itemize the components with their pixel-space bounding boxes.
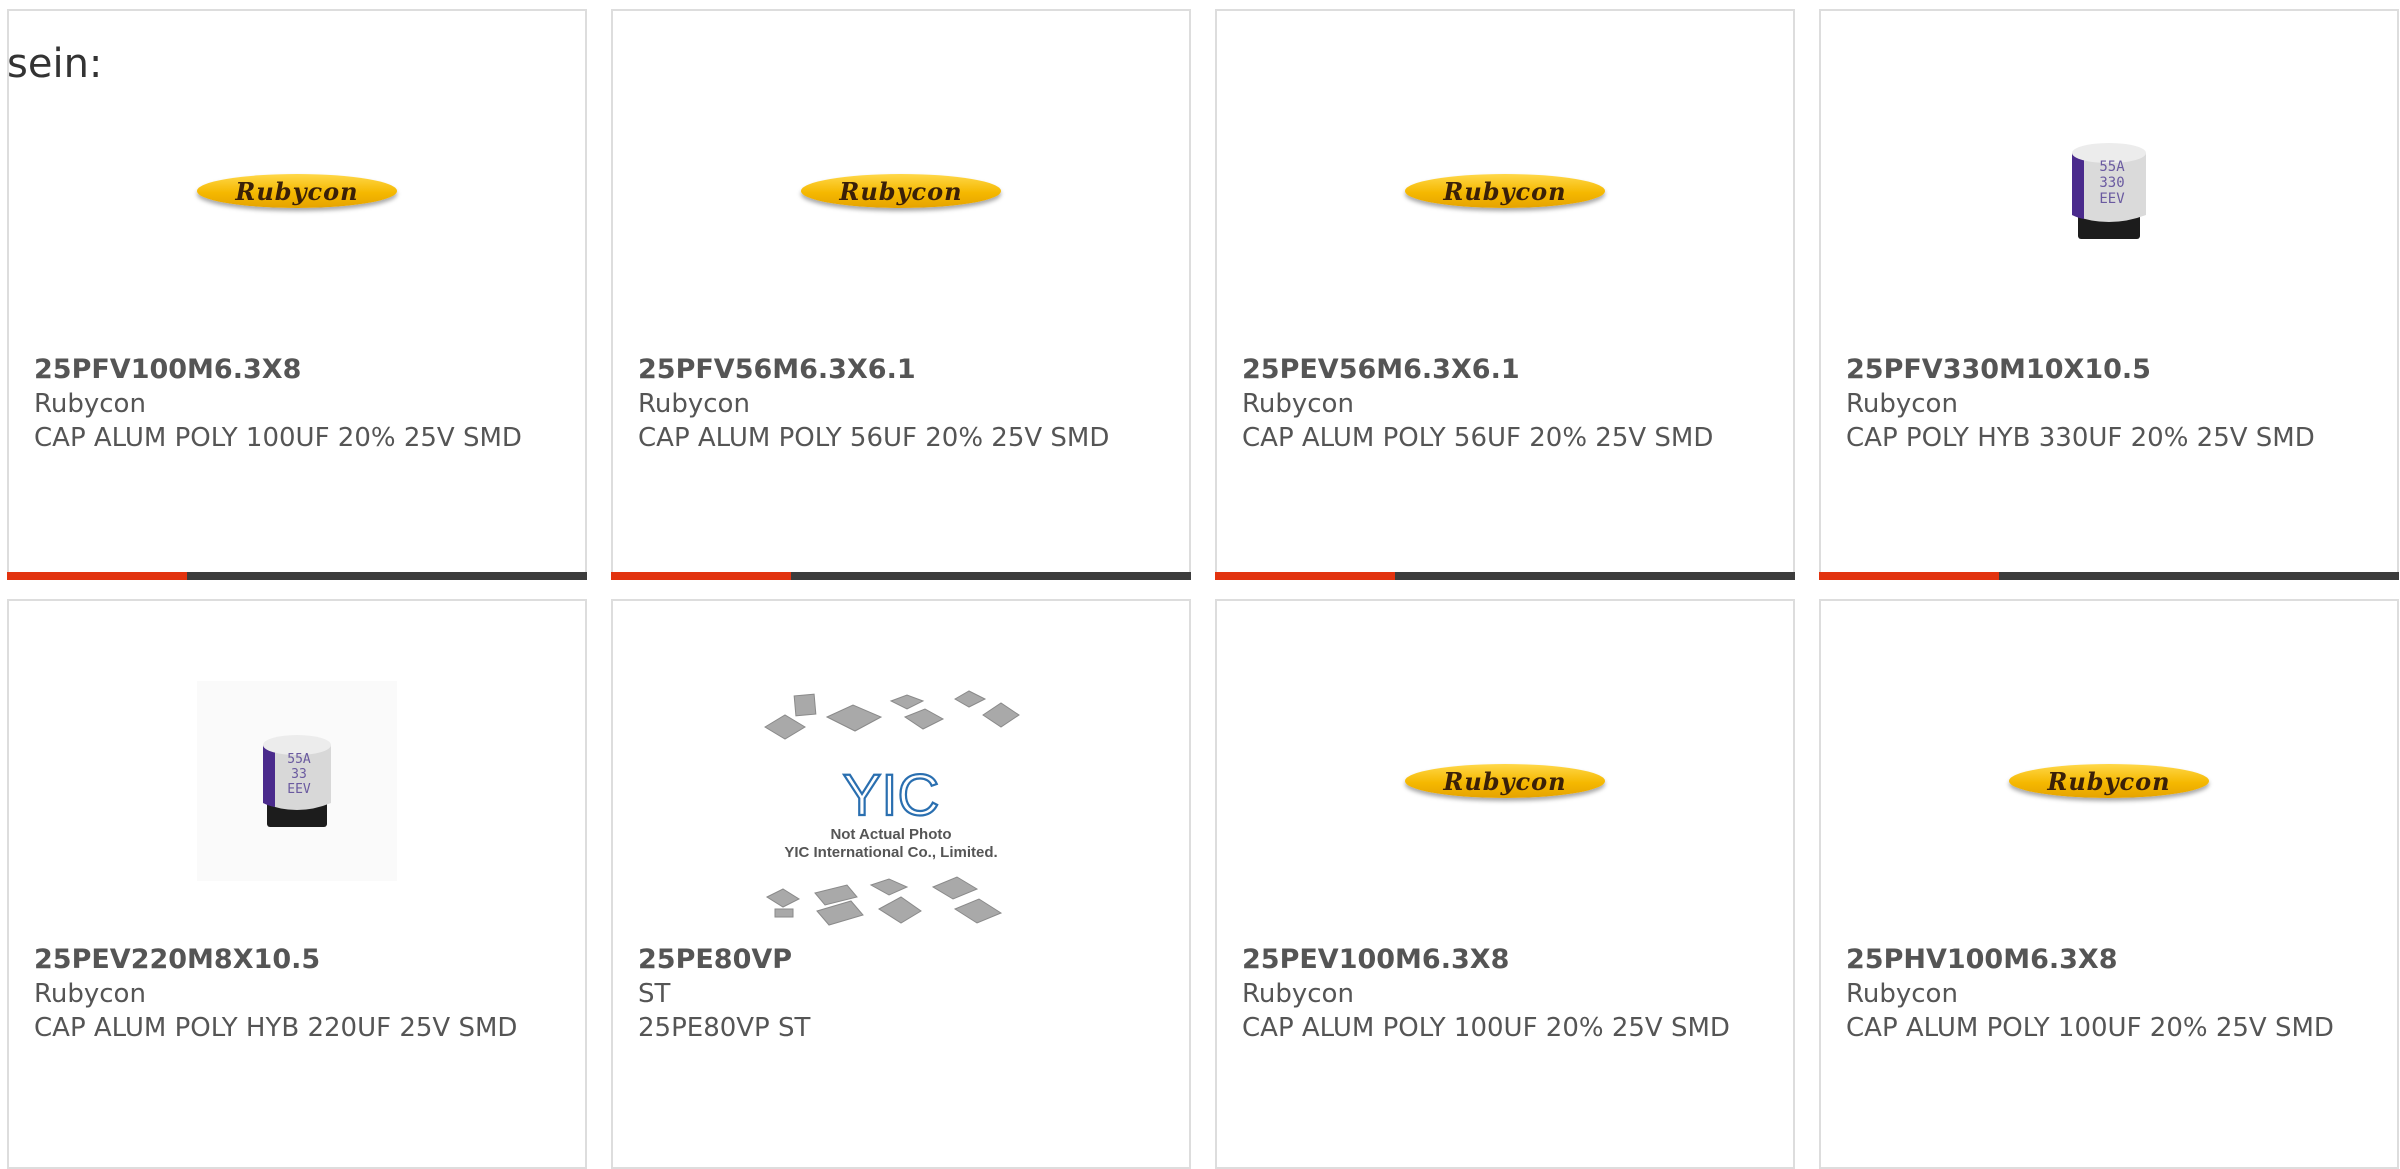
progress-bar: [7, 572, 587, 580]
manufacturer: Rubycon: [34, 979, 146, 1009]
rubycon-logo: Rubycon: [1405, 764, 1605, 798]
part-number[interactable]: 25PEV100M6.3X8: [1242, 943, 1742, 977]
rubycon-logo: Rubycon: [2009, 764, 2209, 798]
part-number[interactable]: 25PFV330M10X10.5: [1846, 353, 2346, 387]
product-card[interactable]: Rubycon 25PEV56M6.3X6.1 Rubycon CAP ALUM…: [1215, 9, 1795, 580]
svg-text:330: 330: [2099, 175, 2124, 191]
product-image[interactable]: YIC Not Actual Photo YIC International C…: [761, 687, 1041, 939]
manufacturer: Rubycon: [34, 389, 146, 419]
product-description: CAP ALUM POLY 100UF 20% 25V SMD: [1242, 1013, 1730, 1043]
manufacturer: Rubycon: [638, 389, 750, 419]
product-image[interactable]: 55A 33 EEV: [197, 681, 397, 881]
product-description: CAP POLY HYB 330UF 20% 25V SMD: [1846, 423, 2315, 453]
manufacturer: Rubycon: [1846, 389, 1958, 419]
product-card[interactable]: Rubycon 25PFV56M6.3X6.1 Rubycon CAP ALUM…: [611, 9, 1191, 580]
rubycon-logo: Rubycon: [801, 174, 1001, 208]
svg-text:55A: 55A: [2099, 159, 2125, 175]
svg-text:Not Actual Photo: Not Actual Photo: [830, 826, 951, 843]
manufacturer: Rubycon: [1242, 979, 1354, 1009]
part-number[interactable]: 25PFV56M6.3X6.1: [638, 353, 1138, 387]
product-image[interactable]: Rubycon: [801, 91, 1001, 291]
product-info: 25PFV56M6.3X6.1 Rubycon CAP ALUM POLY 56…: [638, 353, 1138, 455]
svg-text:YIC International Co., Limited: YIC International Co., Limited.: [784, 844, 997, 861]
part-number[interactable]: 25PEV220M8X10.5: [34, 943, 534, 977]
progress-bar: [611, 572, 1191, 580]
rubycon-logo: Rubycon: [1405, 174, 1605, 208]
product-info: 25PEV100M6.3X8 Rubycon CAP ALUM POLY 100…: [1242, 943, 1742, 1045]
product-description: CAP ALUM POLY HYB 220UF 25V SMD: [34, 1013, 518, 1043]
product-info: 25PEV220M8X10.5 Rubycon CAP ALUM POLY HY…: [34, 943, 534, 1045]
rubycon-logo: Rubycon: [197, 174, 397, 208]
part-number[interactable]: 25PEV56M6.3X6.1: [1242, 353, 1742, 387]
not-actual-photo-placeholder: YIC Not Actual Photo YIC International C…: [764, 690, 1020, 926]
svg-text:EEV: EEV: [2099, 191, 2125, 207]
capacitor-photo: 55A 330 EEV: [2072, 143, 2146, 239]
product-description: CAP ALUM POLY 56UF 20% 25V SMD: [638, 423, 1110, 453]
product-image[interactable]: Rubycon: [2009, 681, 2209, 881]
product-image[interactable]: Rubycon: [197, 91, 397, 291]
progress-bar-fill: [1215, 572, 1395, 580]
svg-text:YIC: YIC: [843, 763, 940, 828]
product-image[interactable]: Rubycon: [1405, 91, 1605, 291]
product-info: 25PEV56M6.3X6.1 Rubycon CAP ALUM POLY 56…: [1242, 353, 1742, 455]
part-number[interactable]: 25PFV100M6.3X8: [34, 353, 534, 387]
product-description: 25PE80VP ST: [638, 1013, 811, 1043]
product-image[interactable]: 55A 330 EEV: [2009, 91, 2209, 291]
capacitor-photo: 55A 33 EEV: [263, 735, 331, 827]
product-card[interactable]: Rubycon 25PEV100M6.3X8 Rubycon CAP ALUM …: [1215, 599, 1795, 1169]
progress-bar-fill: [611, 572, 791, 580]
product-card[interactable]: Rubycon 25PHV100M6.3X8 Rubycon CAP ALUM …: [1819, 599, 2399, 1169]
progress-bar-fill: [1819, 572, 1999, 580]
manufacturer: Rubycon: [1846, 979, 1958, 1009]
product-info: 25PFV100M6.3X8 Rubycon CAP ALUM POLY 100…: [34, 353, 534, 455]
product-info: 25PFV330M10X10.5 Rubycon CAP POLY HYB 33…: [1846, 353, 2346, 455]
product-info: 25PE80VP ST 25PE80VP ST: [638, 943, 1138, 1045]
product-image[interactable]: Rubycon: [1405, 681, 1605, 881]
product-card[interactable]: 55A 33 EEV 25PEV220M8X10.5 Rubycon CAP A…: [7, 599, 587, 1169]
progress-bar: [1215, 572, 1795, 580]
svg-text:33: 33: [291, 767, 307, 782]
product-description: CAP ALUM POLY 100UF 20% 25V SMD: [34, 423, 522, 453]
manufacturer: ST: [638, 979, 671, 1009]
product-card[interactable]: 55A 330 EEV 25PFV330M10X10.5 Rubycon CAP…: [1819, 9, 2399, 580]
product-card[interactable]: Rubycon 25PFV100M6.3X8 Rubycon CAP ALUM …: [7, 9, 587, 580]
product-card[interactable]: YIC Not Actual Photo YIC International C…: [611, 599, 1191, 1169]
part-number[interactable]: 25PHV100M6.3X8: [1846, 943, 2346, 977]
svg-text:55A: 55A: [287, 752, 311, 767]
progress-bar-fill: [7, 572, 187, 580]
progress-bar: [1819, 572, 2399, 580]
svg-text:EEV: EEV: [287, 782, 311, 797]
manufacturer: Rubycon: [1242, 389, 1354, 419]
product-description: CAP ALUM POLY 56UF 20% 25V SMD: [1242, 423, 1714, 453]
part-number[interactable]: 25PE80VP: [638, 943, 1138, 977]
product-description: CAP ALUM POLY 100UF 20% 25V SMD: [1846, 1013, 2334, 1043]
product-info: 25PHV100M6.3X8 Rubycon CAP ALUM POLY 100…: [1846, 943, 2346, 1045]
section-heading: sein:: [7, 41, 103, 87]
